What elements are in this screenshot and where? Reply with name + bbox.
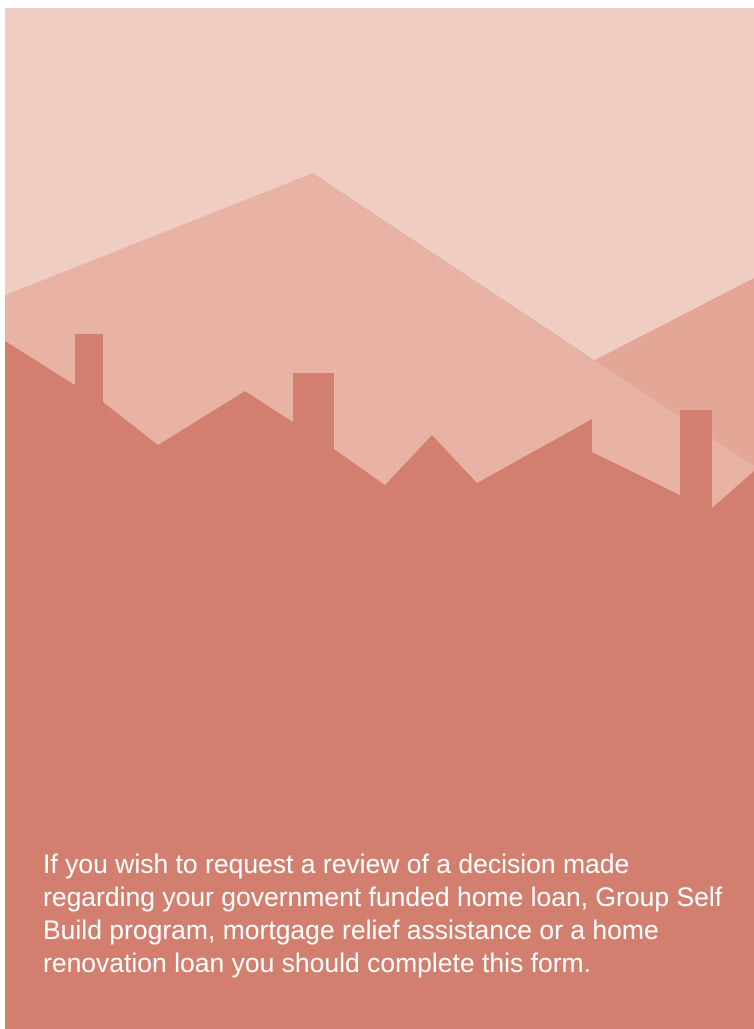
intro-paragraph: If you wish to request a review of a dec…: [43, 849, 723, 978]
cover-page: If you wish to request a review of a dec…: [0, 0, 754, 1029]
